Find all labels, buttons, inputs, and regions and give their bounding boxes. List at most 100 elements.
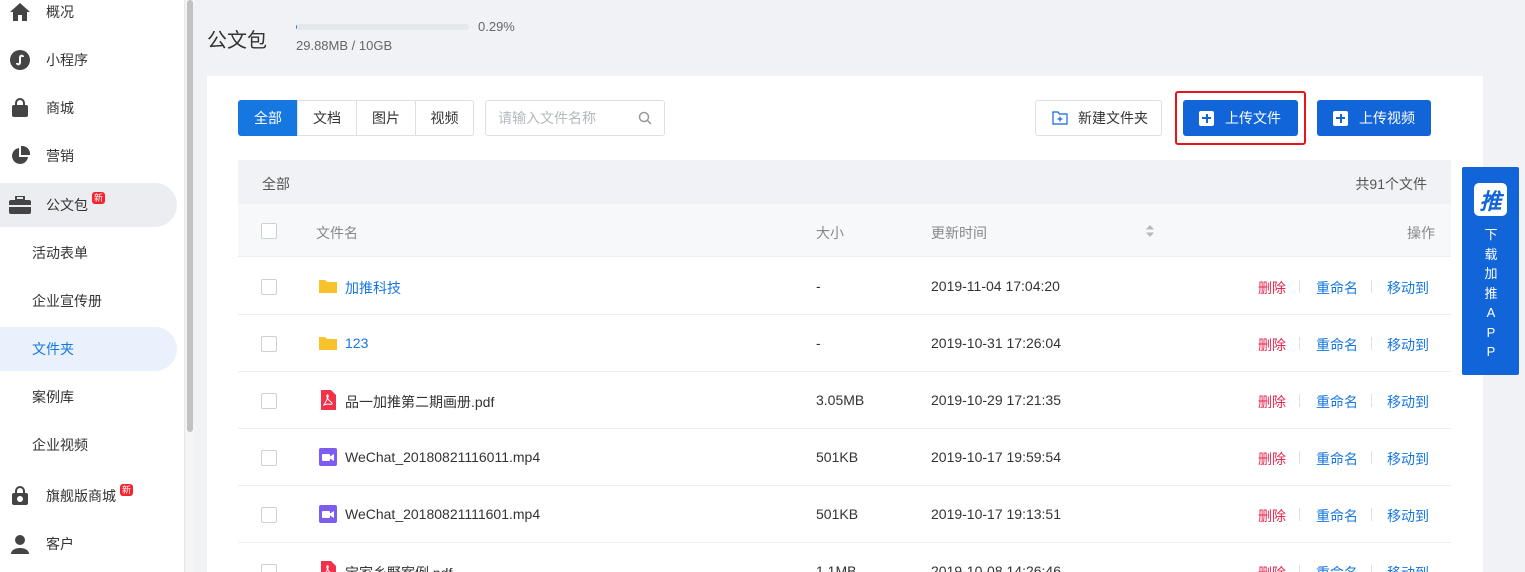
sidebar-subitem-activity-form[interactable]: 活动表单 [0,231,177,275]
filter-all-button[interactable]: 全部 [238,100,298,136]
delete-link[interactable]: 删除 [1258,506,1286,526]
sidebar-item-customer[interactable]: 客户 [0,522,177,566]
row-checkbox[interactable] [261,336,277,352]
sidebar-item-label: 企业视频 [32,437,88,453]
move-to-link[interactable]: 移动到 [1387,563,1429,572]
new-folder-label: 新建文件夹 [1078,110,1148,126]
highlight-annotation [1175,91,1306,145]
action-divider [1299,508,1300,521]
delete-link[interactable]: 删除 [1258,278,1286,298]
row-checkbox[interactable] [261,393,277,409]
file-count: 共91个文件 [1355,176,1427,192]
delete-link[interactable]: 删除 [1258,335,1286,355]
sidebar-subitem-folder[interactable]: 文件夹 [0,327,177,371]
briefcase-icon [9,194,31,216]
delete-link[interactable]: 删除 [1258,392,1286,412]
rename-link[interactable]: 重命名 [1316,278,1358,298]
file-size: - [816,335,821,351]
folder-icon [318,276,338,296]
move-to-link[interactable]: 移动到 [1387,449,1429,469]
table-row[interactable]: WeChat_20180821116011.mp4 501KB 2019-10-17… [238,429,1451,486]
delete-link[interactable]: 删除 [1258,449,1286,469]
sidebar-item-label: 营销 [46,148,74,164]
sidebar-item-label: 案例库 [32,389,74,405]
sidebar-item-label: 客户 [46,536,74,552]
column-header-time[interactable]: 更新时间 [931,223,987,243]
download-app-text: 下载加推APP [1484,227,1498,359]
upload-video-button[interactable]: 上传视频 [1317,100,1431,136]
sidebar-item-overview[interactable]: 概况 [0,0,177,34]
move-to-link[interactable]: 移动到 [1387,278,1429,298]
sidebar-item-mall[interactable]: 商城 [0,86,177,130]
sidebar-item-briefcase[interactable]: 公文包 新 [0,183,177,227]
search-box [485,100,665,136]
select-all-checkbox[interactable] [261,223,277,239]
rename-link[interactable]: 重命名 [1316,449,1358,469]
file-size: 501KB [816,506,859,522]
file-name: 品一加推第二期画册.pdf [345,394,495,410]
table-group-label: 全部 [262,176,290,192]
video-file-icon [318,447,338,467]
delete-link[interactable]: 删除 [1258,563,1286,572]
new-badge: 新 [92,192,106,204]
rename-link[interactable]: 重命名 [1316,506,1358,526]
filter-video-button[interactable]: 视频 [415,100,474,136]
search-icon[interactable] [638,111,652,125]
storage-quota-bar [296,24,469,30]
sidebar-item-label: 旗舰版商城 [46,488,116,504]
storage-quota-percent: 0.29% [478,19,515,34]
sidebar-item-flagship-mall[interactable]: 旗舰版商城 新 [0,474,177,518]
action-divider [1371,337,1372,350]
action-divider [1299,337,1300,350]
sidebar-item-mini-program[interactable]: 小程序 [0,38,177,82]
sort-icon[interactable] [1145,224,1155,238]
table-row[interactable]: 品一加推第二期画册.pdf 3.05MB 2019-10-29 17:21:35 删除… [238,372,1451,429]
rename-link[interactable]: 重命名 [1316,563,1358,572]
row-checkbox[interactable] [261,564,277,572]
rename-link[interactable]: 重命名 [1316,392,1358,412]
upload-video-label: 上传视频 [1359,110,1415,126]
sidebar-subitem-company-video[interactable]: 企业视频 [0,423,177,467]
move-to-link[interactable]: 移动到 [1387,506,1429,526]
column-header-name: 文件名 [316,225,358,241]
table-row[interactable]: 宝家乡野案例.pdf 1.1MB 2019-10-08 14:26:46 删除 重命名 移… [238,543,1451,572]
rename-link[interactable]: 重命名 [1316,335,1358,355]
table-row[interactable]: WeChat_20180821111601.mp4 501KB 2019-10-17… [238,486,1451,543]
sidebar-item-label: 商城 [46,100,74,116]
table-row[interactable]: 加推科技 - 2019-11-04 17:04:20 删除 重命名 移动到 [238,258,1451,315]
home-icon [9,1,31,23]
search-input[interactable] [486,101,626,135]
row-checkbox[interactable] [261,450,277,466]
file-name[interactable]: 加推科技 [345,278,401,298]
move-to-link[interactable]: 移动到 [1387,335,1429,355]
filter-image-button[interactable]: 图片 [356,100,416,136]
action-divider [1371,280,1372,293]
app-logo: 推 [1474,183,1507,216]
new-folder-icon [1052,111,1068,125]
filter-document-button[interactable]: 文档 [297,100,357,136]
table-header: 文件名 大小 更新时间 操作 [238,204,1451,257]
sidebar-item-marketing[interactable]: 营销 [0,134,177,178]
scrollbar-thumb[interactable] [187,0,193,432]
row-checkbox[interactable] [261,279,277,295]
table-row[interactable]: 123 - 2019-10-31 17:26:04 删除 重命名 移动到 [238,315,1451,372]
sidebar-subitem-brochure[interactable]: 企业宣传册 [0,279,177,323]
sidebar-subitem-case-library[interactable]: 案例库 [0,375,177,419]
file-name[interactable]: 123 [345,335,368,351]
move-to-link[interactable]: 移动到 [1387,392,1429,412]
download-app-float[interactable]: 推 下载加推APP [1462,167,1519,375]
video-file-icon [318,504,338,524]
row-checkbox[interactable] [261,507,277,523]
sidebar-item-label: 公文包 [46,197,88,213]
file-updated-time: 2019-11-04 17:04:20 [931,278,1060,294]
sidebar-scrollbar[interactable] [186,0,194,572]
column-header-size: 大小 [816,225,844,241]
pie-chart-icon [9,145,31,167]
file-size: 3.05MB [816,392,865,408]
new-folder-button[interactable]: 新建文件夹 [1035,100,1162,136]
sidebar-item-label: 活动表单 [32,245,88,261]
action-divider [1299,394,1300,407]
action-divider [1371,565,1372,572]
file-updated-time: 2019-10-31 17:26:04 [931,335,1061,351]
page-title: 公文包 [207,30,267,52]
